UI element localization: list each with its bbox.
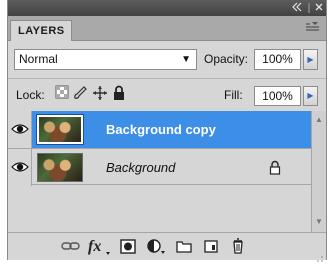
scroll-up-icon[interactable]: ▲ [315,115,323,124]
layers-scrollbar[interactable]: ▲ ▼ [311,111,326,232]
layer-thumbnail [36,114,84,145]
link-layers-icon[interactable] [61,237,80,255]
chevron-down-icon: ▼ [181,54,191,65]
layers-toolbar: fx [8,232,326,262]
opacity-label: Opacity: [204,52,249,66]
layers-panel: LAYERS Normal ▼ Opacity: 100% ▶ Lock: Fi… [7,0,327,262]
divider [8,78,326,79]
layers-list: Background copy Background [8,111,326,232]
scroll-down-icon[interactable]: ▼ [315,217,323,226]
add-mask-icon[interactable] [119,237,137,255]
lock-image-pixels-icon[interactable] [72,85,88,101]
eye-icon [11,162,29,172]
blend-mode-value: Normal [19,52,58,66]
visibility-toggle[interactable] [8,149,32,186]
opacity-input[interactable]: 100% [254,49,301,70]
new-group-icon[interactable] [175,237,193,255]
new-layer-icon[interactable] [202,237,220,255]
lock-transparent-pixels-icon[interactable] [55,85,71,101]
eye-icon [11,124,29,134]
lock-all-icon[interactable] [112,85,128,101]
tab-layers[interactable]: LAYERS [10,20,72,41]
lock-label: Lock: [16,88,45,102]
layer-name[interactable]: Background copy [106,122,216,137]
delete-layer-icon[interactable] [229,237,247,255]
blend-mode-select[interactable]: Normal ▼ [14,49,197,70]
fill-input[interactable]: 100% [254,86,301,106]
layer-name[interactable]: Background [106,160,175,175]
fill-slider-button[interactable]: ▶ [303,86,318,106]
close-icon[interactable] [314,1,324,17]
panel-titlebar [8,0,326,16]
lock-position-icon[interactable] [92,85,108,101]
visibility-toggle[interactable] [8,111,32,148]
layer-thumbnail [37,153,83,182]
resize-grip-icon[interactable] [316,250,324,262]
titlebar-divider [308,3,310,13]
padlock-icon [268,160,282,175]
layer-row-background-copy[interactable]: Background copy [8,111,311,148]
svg-text:fx: fx [88,238,101,255]
panel-menu-icon[interactable] [306,22,320,35]
layer-row-background[interactable]: Background [8,148,311,186]
opacity-slider-button[interactable]: ▶ [303,49,318,70]
layer-style-icon[interactable]: fx [88,236,112,255]
tab-bar: LAYERS [8,16,326,41]
adjustment-layer-icon[interactable] [146,237,165,255]
fill-label: Fill: [224,88,243,102]
collapse-icon[interactable] [291,1,303,17]
